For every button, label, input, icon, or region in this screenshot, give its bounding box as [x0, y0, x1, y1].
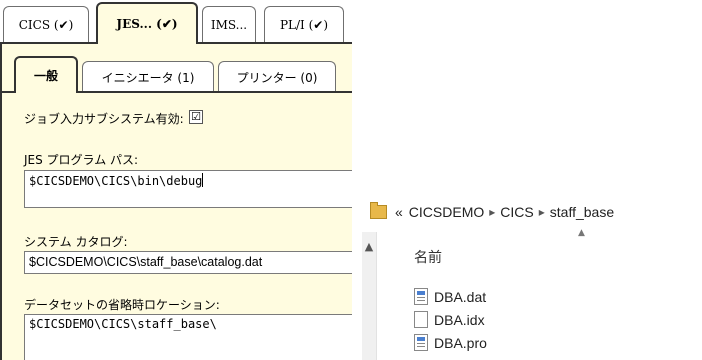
file-name: DBA.dat: [434, 288, 487, 305]
breadcrumb-separator-icon[interactable]: ▸: [539, 205, 545, 219]
file-name: DBA.idx: [434, 311, 485, 328]
file-name: DBA.pro: [434, 334, 487, 351]
dataset-location-input[interactable]: $CICSDEMO\CICS\staff_base\: [24, 314, 354, 360]
dataset-location-value: $CICSDEMO\CICS\staff_base\: [29, 317, 217, 331]
tab-general[interactable]: 一般: [14, 56, 78, 93]
text-cursor: [202, 173, 204, 187]
enable-jes-checkbox[interactable]: ☑: [189, 110, 203, 124]
tab-ims[interactable]: IMS...: [202, 6, 256, 42]
file-item[interactable]: DBA.idx: [414, 311, 485, 328]
sort-ascending-icon: ▲: [578, 228, 585, 238]
program-path-value: $CICSDEMO\CICS\bin\debug: [29, 174, 203, 188]
breadcrumb-cics[interactable]: CICS: [500, 204, 533, 220]
tab-pli[interactable]: PL/I (✔): [264, 6, 344, 42]
enable-jes-label: ジョブ入力サブシステム有効:: [24, 112, 184, 126]
tab-printers[interactable]: プリンター (0): [218, 61, 336, 93]
breadcrumb-cicsdemo[interactable]: CICSDEMO: [409, 204, 484, 220]
app-file-icon: [414, 288, 428, 305]
tab-initiators[interactable]: イニシエータ (1): [82, 61, 214, 93]
vertical-scrollbar[interactable]: ▲: [362, 232, 377, 360]
breadcrumb-back-icon[interactable]: «: [395, 204, 403, 220]
jes-settings-content: 一般 イニシエータ (1) プリンター (0) ジョブ入力サブシステム有効: ☑…: [0, 44, 354, 360]
breadcrumb-staff-base[interactable]: staff_base: [550, 204, 614, 220]
tab-cics[interactable]: CICS (✔): [3, 6, 89, 42]
file-item[interactable]: DBA.dat: [414, 288, 486, 305]
catalog-value: $CICSDEMO\CICS\staff_base\catalog.dat: [29, 255, 263, 269]
outer-tab-bar: CICS (✔) JES... (✔) IMS... PL/I (✔): [0, 0, 352, 44]
file-explorer: « CICSDEMO ▸ CICS ▸ staff_base ▲ ▲ 名前 DB…: [352, 0, 702, 360]
program-path-label: JES プログラム パス:: [24, 153, 139, 167]
scroll-up-icon[interactable]: ▲: [362, 240, 376, 253]
program-path-input[interactable]: $CICSDEMO\CICS\bin\debug: [24, 170, 354, 208]
catalog-input[interactable]: $CICSDEMO\CICS\staff_base\catalog.dat: [24, 251, 354, 274]
file-item[interactable]: DBA.pro: [414, 334, 487, 351]
settings-panel: CICS (✔) JES... (✔) IMS... PL/I (✔) 一般 イ…: [0, 0, 354, 360]
folder-icon: [370, 202, 387, 219]
tab-jes[interactable]: JES... (✔): [96, 2, 198, 44]
breadcrumb-separator-icon[interactable]: ▸: [489, 205, 495, 219]
catalog-label: システム カタログ:: [24, 235, 128, 249]
column-header-name[interactable]: 名前: [414, 247, 442, 267]
blank-file-icon: [414, 311, 428, 328]
address-bar[interactable]: « CICSDEMO ▸ CICS ▸ staff_base: [352, 199, 702, 225]
app-file-icon: [414, 334, 428, 351]
dataset-location-label: データセットの省略時ロケーション:: [24, 298, 220, 312]
